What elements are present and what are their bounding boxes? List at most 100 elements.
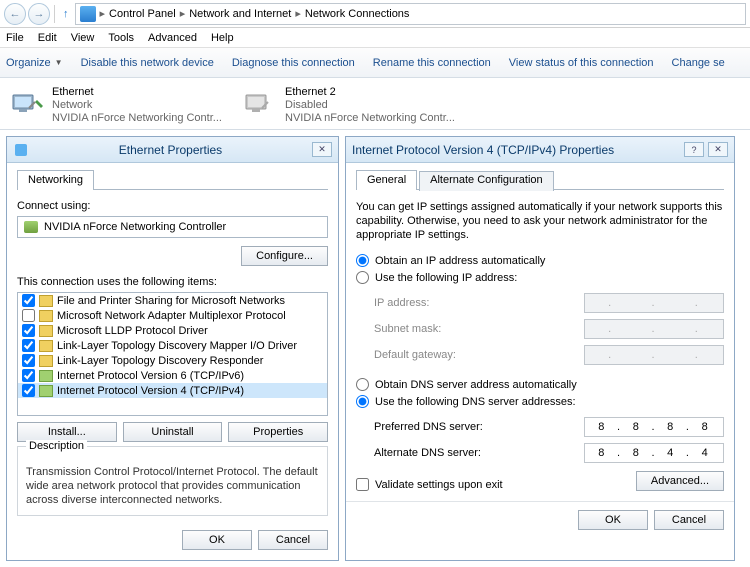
change-settings-button[interactable]: Change se (672, 57, 725, 69)
radio-ip-auto-input[interactable] (356, 254, 369, 267)
rename-button[interactable]: Rename this connection (373, 57, 491, 69)
ok-button[interactable]: OK (578, 510, 648, 530)
dialog-titlebar[interactable]: Ethernet Properties ✕ (7, 137, 338, 163)
preferred-dns-label: Preferred DNS server: (374, 421, 483, 433)
dialog-titlebar[interactable]: Internet Protocol Version 4 (TCP/IPv4) P… (346, 137, 734, 163)
connection-name: Ethernet (52, 86, 222, 99)
control-panel-icon (80, 6, 96, 22)
organize-button[interactable]: Organize▼ (6, 57, 63, 69)
item-checkbox[interactable] (22, 384, 35, 397)
menu-edit[interactable]: Edit (38, 32, 57, 44)
gateway-input: ... (584, 345, 724, 365)
back-button[interactable]: ← (4, 3, 26, 25)
subnet-input: ... (584, 319, 724, 339)
close-icon[interactable]: ✕ (708, 142, 728, 157)
item-label: File and Printer Sharing for Microsoft N… (57, 295, 285, 307)
list-item[interactable]: Microsoft Network Adapter Multiplexor Pr… (18, 308, 327, 323)
radio-ip-manual[interactable]: Use the following IP address: (356, 269, 724, 286)
crumb-network-connections[interactable]: Network Connections (305, 8, 410, 20)
service-icon (39, 325, 53, 337)
install-button[interactable]: Install... (17, 422, 117, 442)
description-text: Transmission Control Protocol/Internet P… (26, 465, 319, 507)
list-item[interactable]: Link-Layer Topology Discovery Responder (18, 353, 327, 368)
service-icon (39, 295, 53, 307)
list-item[interactable]: File and Printer Sharing for Microsoft N… (18, 293, 327, 308)
ethernet-small-icon (15, 144, 27, 156)
items-label: This connection uses the following items… (17, 276, 328, 288)
diagnose-button[interactable]: Diagnose this connection (232, 57, 355, 69)
alternate-dns-input[interactable]: 8. 8. 4. 4 (584, 443, 724, 463)
dialog-title: Internet Protocol Version 4 (TCP/IPv4) P… (352, 143, 684, 157)
up-button[interactable]: ↑ (59, 8, 73, 20)
radio-dns-manual-input[interactable] (356, 395, 369, 408)
dialog-title: Ethernet Properties (29, 143, 312, 157)
connection-status: Network (52, 99, 222, 112)
preferred-dns-input[interactable]: 8. 8. 8. 8 (584, 417, 724, 437)
adapter-icon (24, 221, 38, 233)
uninstall-button[interactable]: Uninstall (123, 422, 223, 442)
item-checkbox[interactable] (22, 354, 35, 367)
crumb-network-internet[interactable]: Network and Internet (189, 8, 291, 20)
item-label: Link-Layer Topology Discovery Mapper I/O… (57, 340, 297, 352)
radio-dns-auto-input[interactable] (356, 378, 369, 391)
item-checkbox[interactable] (22, 309, 35, 322)
menu-help[interactable]: Help (211, 32, 234, 44)
protocol-icon (39, 370, 53, 382)
items-listbox[interactable]: File and Printer Sharing for Microsoft N… (17, 292, 328, 416)
advanced-button[interactable]: Advanced... (636, 471, 724, 491)
radio-ip-manual-input[interactable] (356, 271, 369, 284)
adapter-name: NVIDIA nForce Networking Controller (44, 221, 226, 233)
ip-address-input: ... (584, 293, 724, 313)
ethernet-icon (10, 86, 46, 122)
item-label: Internet Protocol Version 6 (TCP/IPv6) (57, 370, 244, 382)
tab-alternate-config[interactable]: Alternate Configuration (419, 171, 554, 191)
service-icon (39, 310, 53, 322)
radio-ip-auto[interactable]: Obtain an IP address automatically (356, 252, 724, 269)
breadcrumb[interactable]: ▸ Control Panel ▸ Network and Internet ▸… (75, 3, 747, 25)
item-label: Microsoft Network Adapter Multiplexor Pr… (57, 310, 286, 322)
list-item[interactable]: Microsoft LLDP Protocol Driver (18, 323, 327, 338)
crumb-control-panel[interactable]: Control Panel (109, 8, 176, 20)
radio-dns-manual[interactable]: Use the following DNS server addresses: (356, 393, 724, 410)
item-label: Microsoft LLDP Protocol Driver (57, 325, 208, 337)
ok-button[interactable]: OK (182, 530, 252, 550)
help-icon[interactable]: ? (684, 142, 704, 157)
connection-ethernet[interactable]: Ethernet Network NVIDIA nForce Networkin… (8, 84, 233, 123)
info-text: You can get IP settings assigned automat… (356, 200, 724, 242)
connect-using-label: Connect using: (17, 200, 328, 212)
item-checkbox[interactable] (22, 369, 35, 382)
menu-file[interactable]: File (6, 32, 24, 44)
menu-advanced[interactable]: Advanced (148, 32, 197, 44)
properties-button[interactable]: Properties (228, 422, 328, 442)
radio-dns-auto[interactable]: Obtain DNS server address automatically (356, 376, 724, 393)
tab-networking[interactable]: Networking (17, 170, 94, 190)
ip-address-label: IP address: (374, 297, 429, 309)
disable-device-button[interactable]: Disable this network device (81, 57, 214, 69)
item-checkbox[interactable] (22, 324, 35, 337)
service-icon (39, 340, 53, 352)
list-item[interactable]: Internet Protocol Version 6 (TCP/IPv6) (18, 368, 327, 383)
tab-general[interactable]: General (356, 170, 417, 190)
gateway-label: Default gateway: (374, 349, 456, 361)
item-label: Internet Protocol Version 4 (TCP/IPv4) (57, 385, 244, 397)
item-label: Link-Layer Topology Discovery Responder (57, 355, 263, 367)
list-item[interactable]: Internet Protocol Version 4 (TCP/IPv4) (18, 383, 327, 398)
forward-button[interactable]: → (28, 3, 50, 25)
menu-tools[interactable]: Tools (108, 32, 134, 44)
connection-device: NVIDIA nForce Networking Contr... (285, 112, 455, 125)
configure-button[interactable]: Configure... (241, 246, 328, 266)
validate-checkbox[interactable] (356, 478, 369, 491)
list-item[interactable]: Link-Layer Topology Discovery Mapper I/O… (18, 338, 327, 353)
connection-device: NVIDIA nForce Networking Contr... (52, 112, 222, 125)
item-checkbox[interactable] (22, 339, 35, 352)
subnet-label: Subnet mask: (374, 323, 441, 335)
connection-ethernet-2[interactable]: Ethernet 2 Disabled NVIDIA nForce Networ… (241, 84, 466, 123)
close-icon[interactable]: ✕ (312, 142, 332, 157)
menu-view[interactable]: View (71, 32, 95, 44)
connection-name: Ethernet 2 (285, 86, 455, 99)
protocol-icon (39, 385, 53, 397)
cancel-button[interactable]: Cancel (258, 530, 328, 550)
view-status-button[interactable]: View status of this connection (509, 57, 654, 69)
item-checkbox[interactable] (22, 294, 35, 307)
cancel-button[interactable]: Cancel (654, 510, 724, 530)
